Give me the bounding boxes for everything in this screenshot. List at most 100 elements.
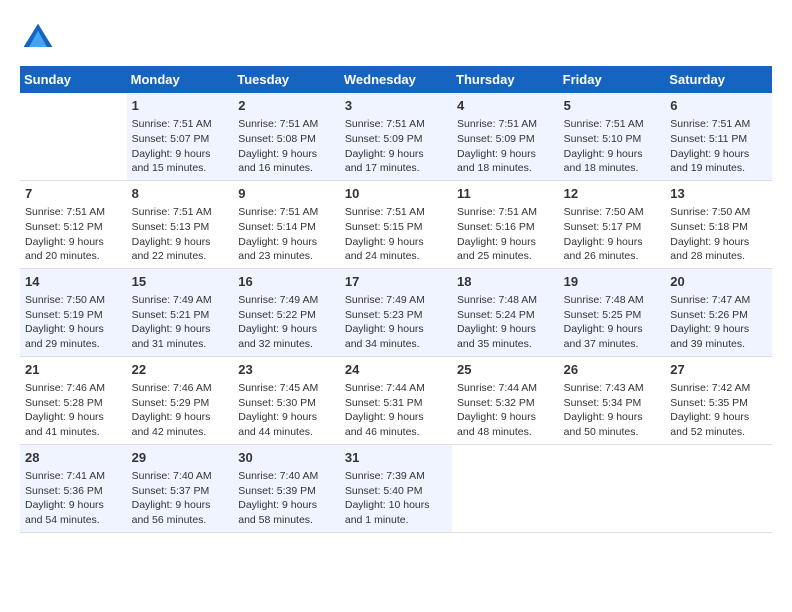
calendar-cell: 23Sunrise: 7:45 AM Sunset: 5:30 PM Dayli…	[233, 356, 340, 444]
calendar-cell: 2 Sunrise: 7:51 AM Sunset: 5:08 PM Daylig…	[233, 93, 340, 180]
day-info: Sunrise: 7:50 AM Sunset: 5:17 PM Dayligh…	[564, 205, 661, 264]
day-number: 20	[670, 273, 767, 291]
calendar-cell: 14 Sunrise: 7:50 AM Sunset: 5:19 PM Dayli…	[20, 268, 127, 356]
day-info: Sunrise: 7:44 AM Sunset: 5:31 PM Dayligh…	[345, 381, 447, 440]
calendar-cell: 1 Sunrise: 7:51 AM Sunset: 5:07 PM Daylig…	[127, 93, 234, 180]
calendar-cell: 17 Sunrise: 7:49 AM Sunset: 5:23 PM Dayli…	[340, 268, 452, 356]
calendar-cell: 18 Sunrise: 7:48 AM Sunset: 5:24 PM Dayli…	[452, 268, 559, 356]
day-number: 5	[564, 97, 661, 115]
day-info: Sunrise: 7:47 AM Sunset: 5:26 PM Dayligh…	[670, 293, 767, 352]
calendar-cell: 8 Sunrise: 7:51 AM Sunset: 5:13 PM Daylig…	[127, 180, 234, 268]
calendar-cell: 16 Sunrise: 7:49 AM Sunset: 5:22 PM Dayli…	[233, 268, 340, 356]
calendar-cell: 9 Sunrise: 7:51 AM Sunset: 5:14 PM Daylig…	[233, 180, 340, 268]
calendar-cell: 12Sunrise: 7:50 AM Sunset: 5:17 PM Dayli…	[559, 180, 666, 268]
day-number: 18	[457, 273, 554, 291]
calendar-cell	[559, 444, 666, 532]
calendar-cell: 28 Sunrise: 7:41 AM Sunset: 5:36 PM Dayli…	[20, 444, 127, 532]
day-info: Sunrise: 7:48 AM Sunset: 5:25 PM Dayligh…	[564, 293, 661, 352]
day-of-week-sunday: Sunday	[20, 66, 127, 93]
day-of-week-saturday: Saturday	[665, 66, 772, 93]
day-number: 1	[132, 97, 229, 115]
calendar-cell: 29 Sunrise: 7:40 AM Sunset: 5:37 PM Dayli…	[127, 444, 234, 532]
calendar-cell: 24 Sunrise: 7:44 AM Sunset: 5:31 PM Dayli…	[340, 356, 452, 444]
day-number: 6	[670, 97, 767, 115]
calendar-cell: 4 Sunrise: 7:51 AM Sunset: 5:09 PM Daylig…	[452, 93, 559, 180]
calendar-cell: 19 Sunrise: 7:48 AM Sunset: 5:25 PM Dayli…	[559, 268, 666, 356]
day-info: Sunrise: 7:50 AM Sunset: 5:18 PM Dayligh…	[670, 205, 767, 264]
day-info: Sunrise: 7:49 AM Sunset: 5:21 PM Dayligh…	[132, 293, 229, 352]
day-number: 9	[238, 185, 335, 203]
day-number: 13	[670, 185, 767, 203]
calendar-cell: 21 Sunrise: 7:46 AM Sunset: 5:28 PM Dayli…	[20, 356, 127, 444]
calendar-cell: 15Sunrise: 7:49 AM Sunset: 5:21 PM Dayli…	[127, 268, 234, 356]
day-info: Sunrise: 7:51 AM Sunset: 5:09 PM Dayligh…	[457, 117, 554, 176]
day-number: 4	[457, 97, 554, 115]
day-info: Sunrise: 7:49 AM Sunset: 5:22 PM Dayligh…	[238, 293, 335, 352]
day-info: Sunrise: 7:40 AM Sunset: 5:37 PM Dayligh…	[132, 469, 229, 528]
calendar-week-1: 1 Sunrise: 7:51 AM Sunset: 5:07 PM Daylig…	[20, 93, 772, 180]
calendar-cell: 22 Sunrise: 7:46 AM Sunset: 5:29 PM Dayli…	[127, 356, 234, 444]
day-number: 2	[238, 97, 335, 115]
day-number: 11	[457, 185, 554, 203]
day-of-week-thursday: Thursday	[452, 66, 559, 93]
calendar-cell: 30 Sunrise: 7:40 AM Sunset: 5:39 PM Dayli…	[233, 444, 340, 532]
day-number: 25	[457, 361, 554, 379]
logo	[20, 20, 62, 56]
calendar-week-5: 28 Sunrise: 7:41 AM Sunset: 5:36 PM Dayli…	[20, 444, 772, 532]
calendar-table: SundayMondayTuesdayWednesdayThursdayFrid…	[20, 66, 772, 533]
day-info: Sunrise: 7:40 AM Sunset: 5:39 PM Dayligh…	[238, 469, 335, 528]
day-number: 14	[25, 273, 122, 291]
day-number: 16	[238, 273, 335, 291]
calendar-cell	[665, 444, 772, 532]
day-info: Sunrise: 7:42 AM Sunset: 5:35 PM Dayligh…	[670, 381, 767, 440]
day-of-week-tuesday: Tuesday	[233, 66, 340, 93]
day-info: Sunrise: 7:51 AM Sunset: 5:14 PM Dayligh…	[238, 205, 335, 264]
page-header	[20, 20, 772, 56]
day-of-week-monday: Monday	[127, 66, 234, 93]
day-number: 24	[345, 361, 447, 379]
day-number: 22	[132, 361, 229, 379]
calendar-cell: 11 Sunrise: 7:51 AM Sunset: 5:16 PM Dayli…	[452, 180, 559, 268]
day-number: 31	[345, 449, 447, 467]
day-info: Sunrise: 7:51 AM Sunset: 5:16 PM Dayligh…	[457, 205, 554, 264]
calendar-week-3: 14 Sunrise: 7:50 AM Sunset: 5:19 PM Dayli…	[20, 268, 772, 356]
day-info: Sunrise: 7:51 AM Sunset: 5:08 PM Dayligh…	[238, 117, 335, 176]
day-info: Sunrise: 7:48 AM Sunset: 5:24 PM Dayligh…	[457, 293, 554, 352]
day-number: 26	[564, 361, 661, 379]
day-number: 17	[345, 273, 447, 291]
day-info: Sunrise: 7:51 AM Sunset: 5:13 PM Dayligh…	[132, 205, 229, 264]
calendar-cell	[452, 444, 559, 532]
calendar-cell: 27Sunrise: 7:42 AM Sunset: 5:35 PM Dayli…	[665, 356, 772, 444]
calendar-cell: 26Sunrise: 7:43 AM Sunset: 5:34 PM Dayli…	[559, 356, 666, 444]
day-number: 8	[132, 185, 229, 203]
day-info: Sunrise: 7:46 AM Sunset: 5:29 PM Dayligh…	[132, 381, 229, 440]
day-number: 28	[25, 449, 122, 467]
calendar-week-4: 21 Sunrise: 7:46 AM Sunset: 5:28 PM Dayli…	[20, 356, 772, 444]
day-of-week-wednesday: Wednesday	[340, 66, 452, 93]
day-info: Sunrise: 7:45 AM Sunset: 5:30 PM Dayligh…	[238, 381, 335, 440]
calendar-cell	[20, 93, 127, 180]
day-number: 30	[238, 449, 335, 467]
calendar-week-2: 7Sunrise: 7:51 AM Sunset: 5:12 PM Daylig…	[20, 180, 772, 268]
day-of-week-friday: Friday	[559, 66, 666, 93]
calendar-cell: 3Sunrise: 7:51 AM Sunset: 5:09 PM Daylig…	[340, 93, 452, 180]
calendar-cell: 5Sunrise: 7:51 AM Sunset: 5:10 PM Daylig…	[559, 93, 666, 180]
day-number: 3	[345, 97, 447, 115]
day-info: Sunrise: 7:44 AM Sunset: 5:32 PM Dayligh…	[457, 381, 554, 440]
day-info: Sunrise: 7:51 AM Sunset: 5:07 PM Dayligh…	[132, 117, 229, 176]
day-number: 29	[132, 449, 229, 467]
calendar-cell: 7Sunrise: 7:51 AM Sunset: 5:12 PM Daylig…	[20, 180, 127, 268]
day-info: Sunrise: 7:39 AM Sunset: 5:40 PM Dayligh…	[345, 469, 447, 528]
day-info: Sunrise: 7:41 AM Sunset: 5:36 PM Dayligh…	[25, 469, 122, 528]
day-info: Sunrise: 7:50 AM Sunset: 5:19 PM Dayligh…	[25, 293, 122, 352]
calendar-cell: 25 Sunrise: 7:44 AM Sunset: 5:32 PM Dayli…	[452, 356, 559, 444]
day-number: 21	[25, 361, 122, 379]
logo-icon	[20, 20, 56, 56]
day-info: Sunrise: 7:49 AM Sunset: 5:23 PM Dayligh…	[345, 293, 447, 352]
calendar-cell: 6Sunrise: 7:51 AM Sunset: 5:11 PM Daylig…	[665, 93, 772, 180]
day-info: Sunrise: 7:46 AM Sunset: 5:28 PM Dayligh…	[25, 381, 122, 440]
day-number: 19	[564, 273, 661, 291]
calendar-cell: 20 Sunrise: 7:47 AM Sunset: 5:26 PM Dayli…	[665, 268, 772, 356]
day-number: 7	[25, 185, 122, 203]
day-number: 10	[345, 185, 447, 203]
